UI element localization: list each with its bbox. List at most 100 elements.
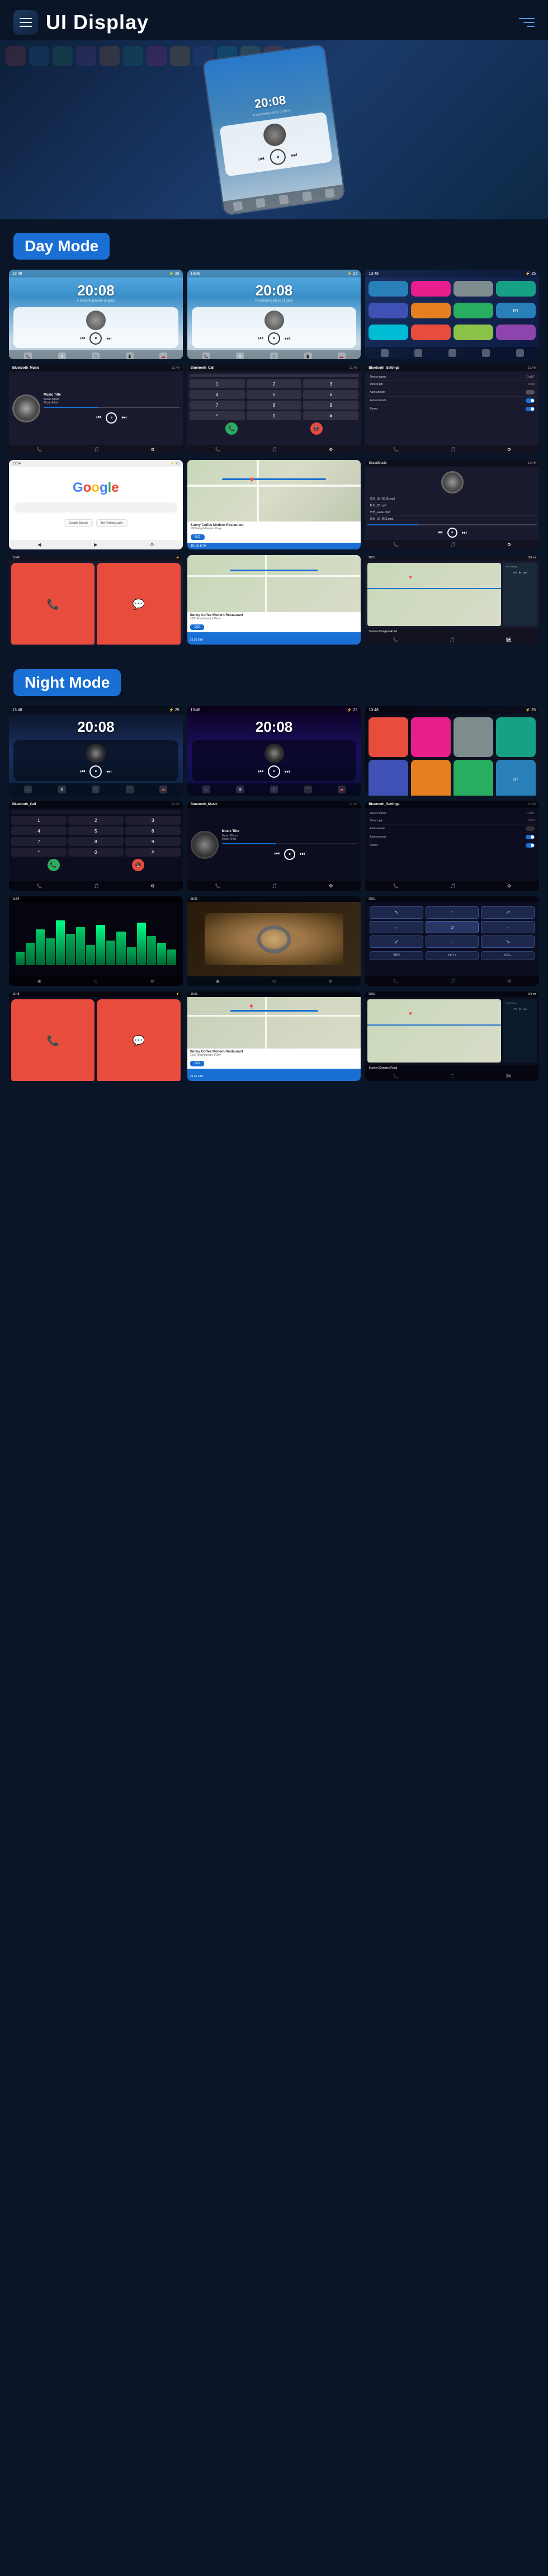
hamburger-right-icon[interactable] [519,18,535,27]
next-button[interactable]: ⏭ [121,415,126,421]
ctrl-btn-2[interactable]: VOL+ [426,951,479,960]
nav-next[interactable]: ⏭ [523,570,527,576]
night-nav-prev[interactable]: ⏮ [513,1007,517,1012]
lucky-btn[interactable]: I'm Feeling Lucky [96,519,128,527]
night-keypad-4[interactable]: 4 [11,826,67,835]
arrow-left[interactable]: ← [370,921,423,933]
keypad-5[interactable]: 5 [247,390,302,399]
night-power-toggle[interactable] [526,843,535,848]
night-go-btn[interactable]: GO [190,1061,204,1066]
song-item-1[interactable]: 华乐_03_REJE.mp3 [367,496,537,502]
night-keypad-1[interactable]: 1 [11,816,67,825]
arrow-downright[interactable]: ↘ [481,936,535,948]
song-item-4[interactable]: 华乐_02_测试.mp3 [367,516,537,522]
keypad-star[interactable]: * [190,411,245,420]
ctrl-btn-3[interactable]: VOL- [481,951,535,960]
app-icon-10[interactable] [411,325,451,340]
night-nav-next[interactable]: ⏭ [523,1007,527,1012]
topbar-2: 13:48⚡ 25 [187,270,361,278]
night-phone-app[interactable]: 📞 [11,999,95,1081]
call-button[interactable]: 📞 [225,422,238,435]
night-play-pause[interactable]: ⏸ [284,849,295,860]
auto-connect-toggle[interactable] [526,398,535,403]
prev-button[interactable]: ⏮ [96,415,101,421]
google-search-bar[interactable] [15,502,177,513]
keypad-4[interactable]: 4 [190,390,245,399]
night-auto-connect-toggle[interactable] [526,835,535,839]
social-play[interactable]: ⏸ [447,528,457,538]
night-app-1[interactable] [369,717,408,757]
app-icon-6[interactable] [411,303,451,318]
night-app-7[interactable] [453,760,493,796]
night-keypad-8[interactable]: 8 [68,837,124,846]
night-keypad-6[interactable]: 6 [125,826,181,835]
app-icon-12[interactable] [496,325,536,340]
arrow-downleft[interactable]: ↙ [370,936,423,948]
app-icon-5[interactable] [369,303,408,318]
messages-app[interactable]: 💬 [97,563,180,645]
keypad-1[interactable]: 1 [190,379,245,388]
night-end-call-btn[interactable]: 📵 [132,859,144,871]
arrow-up[interactable]: ↑ [426,906,479,919]
end-call-button[interactable]: 📵 [310,422,323,435]
night-keypad-3[interactable]: 3 [125,816,181,825]
app-icon-11[interactable] [453,325,493,340]
app-icon-9[interactable] [369,325,408,340]
keypad-6[interactable]: 6 [303,390,358,399]
night-next[interactable]: ⏭ [300,851,305,857]
night-app-bt[interactable]: BT [496,760,536,796]
social-prev[interactable]: ⏮ [438,530,443,536]
arrow-center[interactable]: ⊙ [426,921,479,933]
play-pause-button[interactable]: ⏸ [106,412,117,424]
night-nav-play[interactable]: ⏵ [519,1007,521,1012]
app-icon-2[interactable] [411,281,451,297]
carplay-go-btn[interactable]: GO [190,624,204,630]
arrow-right[interactable]: → [481,921,535,933]
social-next[interactable]: ⏭ [462,530,467,536]
keypad-2[interactable]: 2 [247,379,302,388]
night-keypad-9[interactable]: 9 [125,837,181,846]
app-icon-bt[interactable]: BT [496,303,536,318]
keypad-8[interactable]: 8 [247,401,302,410]
song-item-3[interactable]: 华乐_EEJE.mp3 [367,509,537,516]
night-call-btn[interactable]: 📞 [48,859,60,871]
nav-play[interactable]: ⏵ [519,570,521,576]
app-icon-3[interactable] [453,281,493,297]
phone-app[interactable]: 📞 [11,563,95,645]
night-keypad-5[interactable]: 5 [68,826,124,835]
night-keypad-hash[interactable]: # [125,848,181,857]
power-toggle[interactable] [526,407,535,411]
night-keypad-2[interactable]: 2 [68,816,124,825]
night-app-2[interactable] [411,717,451,757]
song-item-2[interactable]: 新乐_05.mp3 [367,502,537,509]
night-prev[interactable]: ⏮ [275,851,280,857]
arrow-down[interactable]: ↓ [426,936,479,948]
auto-answer-toggle[interactable] [526,390,535,394]
night-app-3[interactable] [453,717,493,757]
menu-icon[interactable] [13,10,38,35]
ctrl-btn-1[interactable]: SRC [370,951,423,960]
keypad-9[interactable]: 9 [303,401,358,410]
nav-prev[interactable]: ⏮ [513,570,517,576]
app-icon-1[interactable] [369,281,408,297]
arrow-upright[interactable]: ↗ [481,906,535,919]
go-button[interactable]: GO [191,534,205,540]
keypad-7[interactable]: 7 [190,401,245,410]
keypad-0[interactable]: 0 [247,411,302,420]
keypad-hash[interactable]: # [303,411,358,420]
night-keypad-7[interactable]: 7 [11,837,67,846]
app-icon-4[interactable] [496,281,536,297]
google-search-btn[interactable]: Google Search [64,519,92,527]
keypad-3[interactable]: 3 [303,379,358,388]
night-messages-app[interactable]: 💬 [97,999,180,1081]
night-app-6[interactable] [411,760,451,796]
night-app-4[interactable] [496,717,536,757]
night-keypad-star[interactable]: * [11,848,67,857]
eta-text: 16:16 ETA [191,544,206,548]
night-app-5[interactable] [369,760,408,796]
arrow-upleft[interactable]: ↖ [370,906,423,919]
app-icon-7[interactable] [453,303,493,318]
night-auto-answer-toggle[interactable] [526,826,535,831]
nav-instruction: Start on Donglue Road [369,630,536,633]
night-keypad-0[interactable]: 0 [68,848,124,857]
